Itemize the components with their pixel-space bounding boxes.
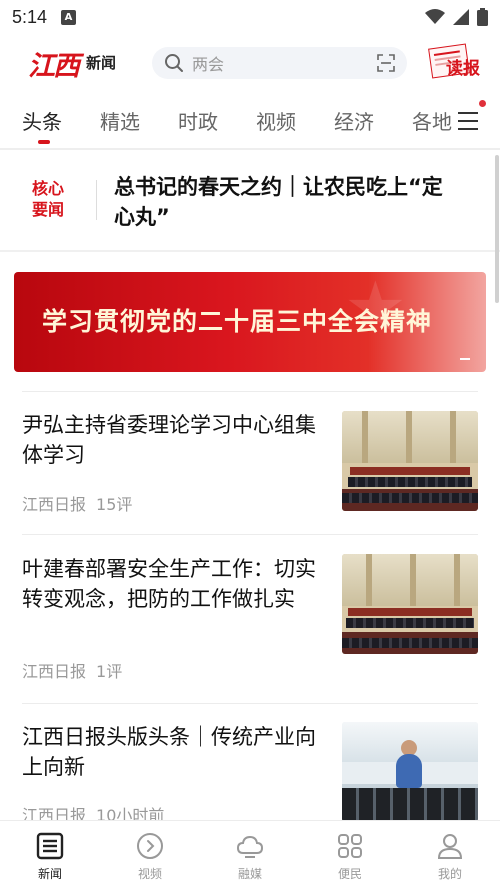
person-icon [437, 834, 463, 859]
search-bar[interactable]: 两会 [152, 47, 407, 79]
nav-video[interactable]: 视频 [120, 831, 180, 882]
video-icon [137, 833, 163, 859]
article-divider [22, 703, 478, 704]
article-title[interactable]: 江西日报头版头条｜传统产业向上向新 [22, 722, 334, 782]
banner-indicator [460, 358, 470, 360]
tab-video[interactable]: 视频 [256, 106, 296, 135]
nav-profile[interactable]: 我的 [420, 831, 480, 882]
article-thumbnail[interactable] [342, 722, 478, 822]
read-newspaper-label: 读报 [446, 59, 480, 79]
scrollbar[interactable] [495, 155, 499, 303]
logo-name: 新闻 [86, 54, 117, 72]
signal-icon [453, 9, 469, 25]
status-icons [425, 8, 488, 26]
nav-label: 便民 [337, 867, 362, 881]
wifi-icon [425, 9, 445, 24]
banner-text: 学习贯彻党的二十届三中全会精神 [42, 307, 433, 336]
nav-services[interactable]: 便民 [320, 831, 380, 882]
bottom-navigation: 新闻 视频 融媒 便民 我的 [0, 820, 500, 888]
article-title[interactable]: 尹弘主持省委理论学习中心组集体学习 [22, 410, 334, 470]
comment-count: 1评 [96, 662, 123, 681]
tab-politics[interactable]: 时政 [178, 106, 218, 135]
article-thumbnail[interactable] [342, 411, 478, 511]
article-divider [22, 534, 478, 535]
article-item[interactable]: 江西日报头版头条｜传统产业向上向新 江西日报 10小时前 [0, 710, 500, 825]
article-thumbnail[interactable] [342, 554, 478, 654]
section-divider [0, 250, 500, 252]
article-meta: 江西日报 1评 [22, 658, 122, 682]
core-news-title[interactable]: 总书记的春天之约｜让农民吃上“定心丸” [114, 172, 444, 232]
nav-label: 新闻 [37, 867, 62, 881]
article-source: 江西日报 [22, 495, 87, 514]
menu-icon [458, 112, 478, 114]
scan-icon[interactable] [377, 54, 395, 72]
article-source: 江西日报 [22, 662, 87, 681]
status-bar: 5:14 A [0, 0, 500, 34]
core-news[interactable]: 核心 要闻 总书记的春天之约｜让农民吃上“定心丸” [0, 150, 500, 250]
article-item[interactable]: 尹弘主持省委理论学习中心组集体学习 江西日报 15评 [0, 400, 500, 530]
nav-news[interactable]: 新闻 [20, 831, 80, 882]
app-logo[interactable]: 江西 新闻 [28, 42, 128, 88]
article-item[interactable]: 叶建春部署安全生产工作：切实转变观念，把防的工作做扎实 江西日报 1评 [0, 542, 500, 692]
nav-label: 视频 [137, 867, 162, 881]
search-placeholder: 两会 [192, 55, 225, 74]
notification-icon: A [61, 9, 77, 25]
nav-media[interactable]: 融媒 [220, 831, 280, 882]
new-badge-dot [479, 100, 486, 107]
logo-script: 江西 [28, 51, 80, 82]
news-icon [36, 832, 64, 860]
battery-icon [477, 8, 488, 26]
nav-label: 融媒 [237, 867, 262, 881]
core-news-separator [96, 180, 97, 220]
article-meta: 江西日报 15评 [22, 491, 132, 515]
core-news-badge: 核心 要闻 [32, 179, 65, 219]
tab-economy[interactable]: 经济 [334, 106, 374, 135]
tab-headlines[interactable]: 头条 [22, 106, 62, 135]
channel-tabs: 头条 精选 时政 视频 经济 各地 [0, 96, 500, 148]
app-header: 江西 新闻 两会 读报 [0, 38, 500, 90]
channel-menu-button[interactable] [454, 100, 486, 134]
tab-regions[interactable]: 各地 [412, 106, 452, 135]
grid-icon [338, 834, 362, 858]
status-time: 5:14 [12, 6, 48, 27]
comment-count: 15评 [96, 495, 133, 514]
article-title[interactable]: 叶建春部署安全生产工作：切实转变观念，把防的工作做扎实 [22, 554, 334, 614]
nav-label: 我的 [437, 867, 462, 881]
tab-featured[interactable]: 精选 [100, 106, 140, 135]
article-divider [22, 391, 478, 392]
active-tab-indicator [38, 140, 50, 144]
read-newspaper-button[interactable]: 读报 [428, 43, 486, 82]
cloud-icon [236, 835, 264, 858]
promo-banner[interactable]: ★ 学习贯彻党的二十届三中全会精神 [14, 272, 486, 372]
search-icon [165, 54, 183, 72]
